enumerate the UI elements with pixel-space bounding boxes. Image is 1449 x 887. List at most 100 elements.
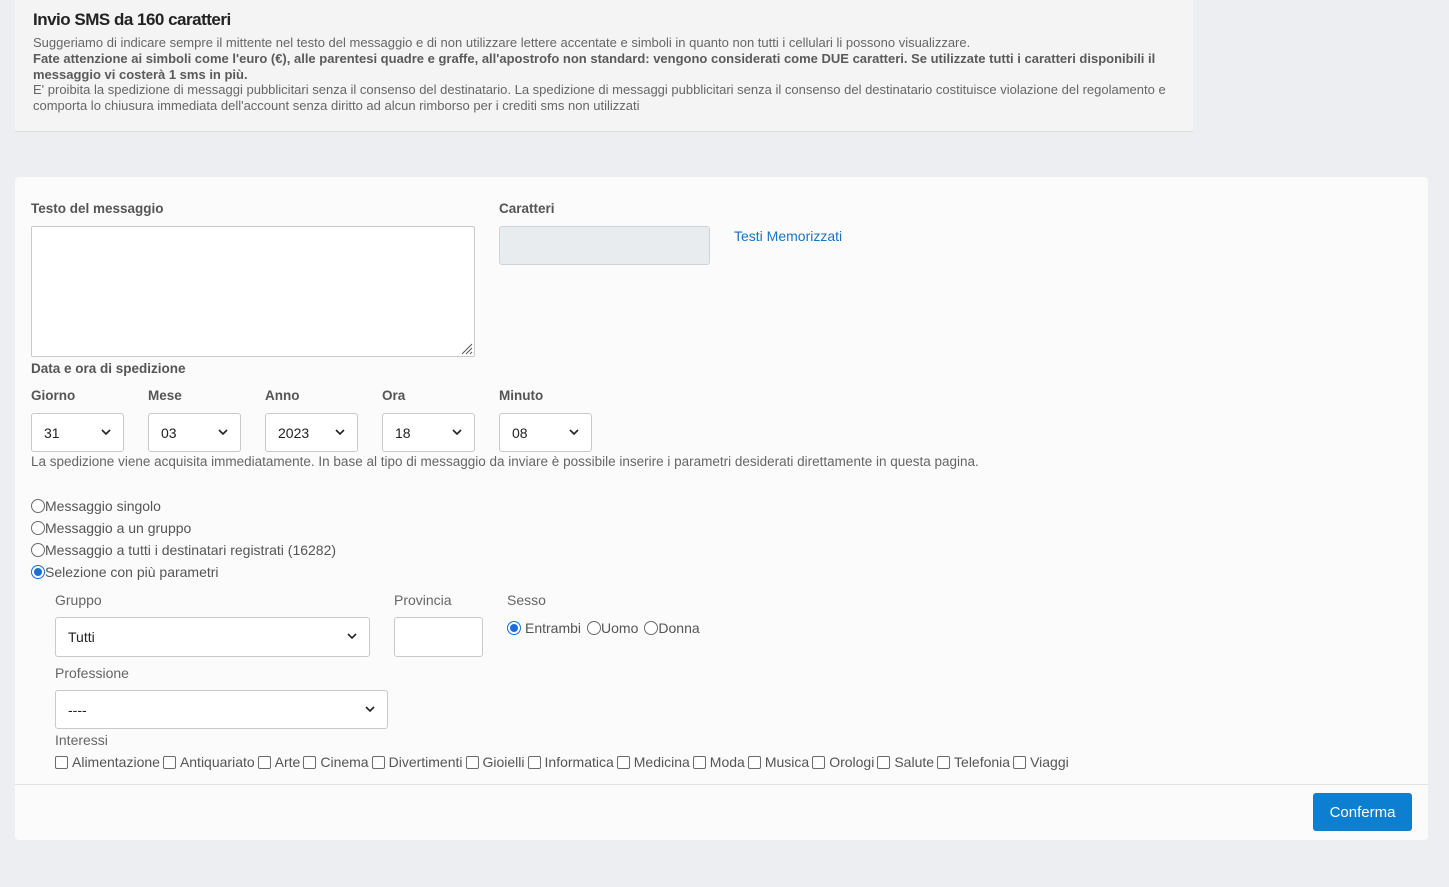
radio-button[interactable] <box>31 521 45 535</box>
interest-label: Viaggi <box>1030 754 1069 770</box>
sex-radio-group: Entrambi Uomo Donna <box>507 620 700 636</box>
checkbox[interactable] <box>877 755 891 769</box>
chevron-down-icon <box>101 429 111 436</box>
chars-label: Caratteri <box>499 201 555 216</box>
radio-button[interactable] <box>31 543 45 557</box>
checkbox[interactable] <box>55 755 68 769</box>
radio-all-recipients[interactable]: Messaggio a tutti i destinatari registra… <box>31 542 336 558</box>
interests-label: Interessi <box>55 732 108 748</box>
interest-checkbox-item[interactable]: Orologi <box>812 754 874 770</box>
datetime-label: Data e ora di spedizione <box>31 361 186 376</box>
notice-warning: Fate attenzione ai simboli come l'euro (… <box>33 50 1156 82</box>
checkbox[interactable] <box>162 755 176 769</box>
message-label: Testo del messaggio <box>31 201 164 216</box>
province-label: Provincia <box>394 592 452 608</box>
hour-select[interactable]: 18 <box>382 413 475 452</box>
chevron-down-icon <box>365 706 375 713</box>
interest-checkbox-item[interactable]: Informatica <box>527 754 614 770</box>
minute-select[interactable]: 08 <box>499 413 592 452</box>
checkbox[interactable] <box>257 755 271 769</box>
interest-label: Gioielli <box>482 754 525 770</box>
radio-label: Messaggio a un gruppo <box>45 520 192 536</box>
notice-line-1: Suggeriamo di indicare sempre il mittent… <box>33 35 971 50</box>
saved-texts-link[interactable]: Testi Memorizzati <box>734 228 842 244</box>
hour-value: 18 <box>395 424 411 441</box>
interest-label: Salute <box>894 754 935 770</box>
interest-checkbox-item[interactable]: Viaggi <box>1013 754 1069 770</box>
month-label: Mese <box>148 388 182 403</box>
chevron-down-icon <box>452 429 462 436</box>
interest-label: Musica <box>764 754 810 770</box>
minute-label: Minuto <box>499 388 544 403</box>
radio-group-message[interactable]: Messaggio a un gruppo <box>31 520 191 536</box>
interests-checkbox-group: Alimentazione Antiquariato Arte Cinema Diver… <box>55 754 1072 770</box>
interest-checkbox-item[interactable]: Alimentazione <box>55 754 160 770</box>
sex-option-male[interactable]: Uomo <box>601 620 638 636</box>
profession-select[interactable]: ---- <box>55 690 388 729</box>
group-select[interactable]: Tutti <box>55 617 370 657</box>
radio-label: Selezione con più parametri <box>45 564 219 580</box>
checkbox[interactable] <box>747 755 761 769</box>
checkbox[interactable] <box>465 755 479 769</box>
checkbox[interactable] <box>812 755 826 769</box>
year-label: Anno <box>265 388 300 403</box>
radio-button[interactable] <box>587 621 602 635</box>
interest-label: Alimentazione <box>72 754 160 770</box>
interest-checkbox-item[interactable]: Musica <box>747 754 810 770</box>
radio-multi-params[interactable]: Selezione con più parametri <box>31 564 219 580</box>
radio-button-selected[interactable] <box>507 621 521 635</box>
chevron-down-icon <box>347 633 357 640</box>
day-select[interactable]: 31 <box>31 413 124 452</box>
sex-label: Sesso <box>507 592 546 608</box>
interest-label: Cinema <box>320 754 369 770</box>
interest-label: Telefonia <box>954 754 1011 770</box>
confirm-button[interactable]: Conferma <box>1313 793 1412 831</box>
radio-single-message[interactable]: Messaggio singolo <box>31 498 161 514</box>
interest-checkbox-item[interactable]: Gioielli <box>465 754 525 770</box>
interest-checkbox-item[interactable]: Arte <box>257 754 301 770</box>
chars-counter-field <box>499 226 710 265</box>
interest-checkbox-item[interactable]: Cinema <box>303 754 369 770</box>
interest-checkbox-item[interactable]: Moda <box>692 754 745 770</box>
checkbox[interactable] <box>1013 755 1027 769</box>
province-input[interactable] <box>394 617 483 657</box>
interest-label: Antiquariato <box>179 754 255 770</box>
checkbox[interactable] <box>303 755 317 769</box>
interest-checkbox-item[interactable]: Medicina <box>616 754 690 770</box>
interest-label: Informatica <box>544 754 614 770</box>
sex-option-both[interactable]: Entrambi <box>525 620 581 636</box>
checkbox[interactable] <box>692 755 706 769</box>
group-label: Gruppo <box>55 592 102 608</box>
interest-checkbox-item[interactable]: Salute <box>877 754 934 770</box>
radio-button[interactable] <box>644 621 659 635</box>
minute-value: 08 <box>512 424 528 441</box>
schedule-note: La spedizione viene acquisita immediatam… <box>31 454 979 469</box>
group-value: Tutti <box>68 629 95 645</box>
checkbox[interactable] <box>616 755 630 769</box>
year-select[interactable]: 2023 <box>265 413 358 452</box>
page-title: Invio SMS da 160 caratteri <box>33 10 231 29</box>
month-value: 03 <box>161 424 177 441</box>
interest-label: Arte <box>274 754 301 770</box>
notice-panel: Invio SMS da 160 caratteri Suggeriamo di… <box>15 0 1193 132</box>
year-value: 2023 <box>278 424 310 441</box>
radio-label: Messaggio singolo <box>45 498 161 514</box>
interest-label: Moda <box>709 754 745 770</box>
radio-button[interactable] <box>31 499 45 513</box>
interest-checkbox-item[interactable]: Antiquariato <box>162 754 255 770</box>
interest-checkbox-item[interactable]: Divertimenti <box>371 754 463 770</box>
resize-grip-icon[interactable] <box>459 341 473 355</box>
month-select[interactable]: 03 <box>148 413 241 452</box>
checkbox[interactable] <box>937 755 951 769</box>
checkbox[interactable] <box>371 755 385 769</box>
interest-checkbox-item[interactable]: Telefonia <box>937 754 1010 770</box>
message-textarea[interactable] <box>31 226 475 357</box>
chevron-down-icon <box>569 429 579 436</box>
chevron-down-icon <box>218 429 228 436</box>
interest-label: Orologi <box>829 754 875 770</box>
sex-option-female[interactable]: Donna <box>658 620 699 636</box>
radio-button-selected[interactable] <box>31 565 45 579</box>
checkbox[interactable] <box>527 755 541 769</box>
hour-label: Ora <box>382 388 406 403</box>
chevron-down-icon <box>335 429 345 436</box>
